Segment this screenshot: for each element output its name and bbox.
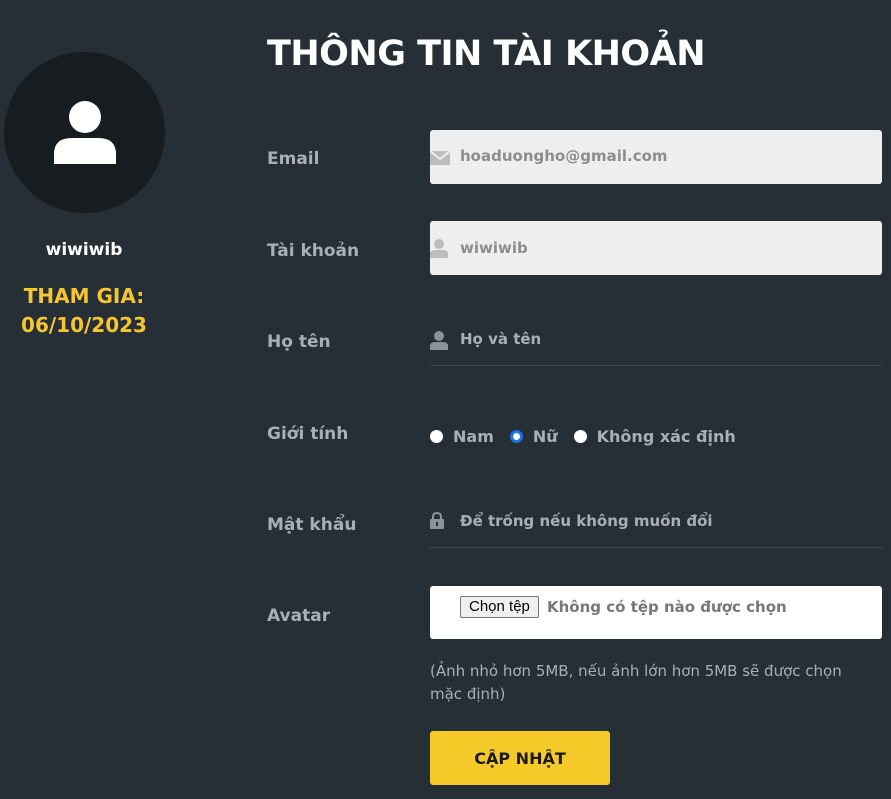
joined-label: THAM GIA: — [23, 284, 145, 308]
account-field[interactable]: wiwiwib — [430, 221, 882, 275]
envelope-icon — [430, 151, 450, 165]
gender-radio-group: Nam Nữ Không xác định — [430, 424, 752, 448]
fullname-input[interactable]: Họ và tên — [430, 312, 882, 366]
account-value: wiwiwib — [460, 239, 528, 257]
user-icon — [430, 239, 448, 258]
account-label: Tài khoản — [267, 241, 360, 261]
email-label: Email — [267, 149, 320, 169]
gender-option-label: Không xác định — [596, 426, 736, 446]
avatar — [4, 52, 165, 213]
avatar-hint: (Ảnh nhỏ hơn 5MB, nếu ảnh lớn hơn 5MB sẽ… — [430, 662, 842, 703]
file-status: Không có tệp nào được chọn — [547, 598, 787, 616]
profile-joined: THAM GIA: 06/10/2023 — [0, 282, 168, 340]
choose-file-button[interactable]: Chọn tệp — [460, 596, 539, 618]
update-button[interactable]: CẬP NHẬT — [430, 731, 610, 785]
gender-label: Giới tính — [267, 424, 349, 444]
gender-radio-nu[interactable] — [509, 429, 523, 443]
gender-option-label: Nam — [453, 426, 494, 446]
gender-radio-khong-xac-dinh[interactable] — [573, 429, 587, 443]
page-title: THÔNG TIN TÀI KHOẢN — [267, 34, 706, 74]
user-silhouette-icon — [54, 101, 116, 164]
fullname-label: Họ tên — [267, 332, 331, 352]
lock-icon — [430, 512, 444, 529]
fullname-placeholder: Họ và tên — [460, 330, 542, 348]
user-icon — [430, 331, 448, 350]
password-input[interactable]: Để trống nếu không muốn đổi — [430, 494, 882, 548]
joined-date: 06/10/2023 — [21, 313, 147, 337]
avatar-file-input[interactable]: Chọn tệp Không có tệp nào được chọn — [430, 586, 882, 639]
password-placeholder: Để trống nếu không muốn đổi — [460, 512, 713, 530]
gender-option-label: Nữ — [532, 426, 558, 446]
email-field[interactable]: hoaduongho@gmail.com — [430, 130, 882, 184]
email-value: hoaduongho@gmail.com — [460, 147, 668, 165]
gender-radio-nam[interactable] — [430, 429, 443, 443]
password-label: Mật khẩu — [267, 515, 357, 535]
avatar-label: Avatar — [267, 606, 331, 626]
profile-username: wiwiwib — [45, 240, 123, 260]
